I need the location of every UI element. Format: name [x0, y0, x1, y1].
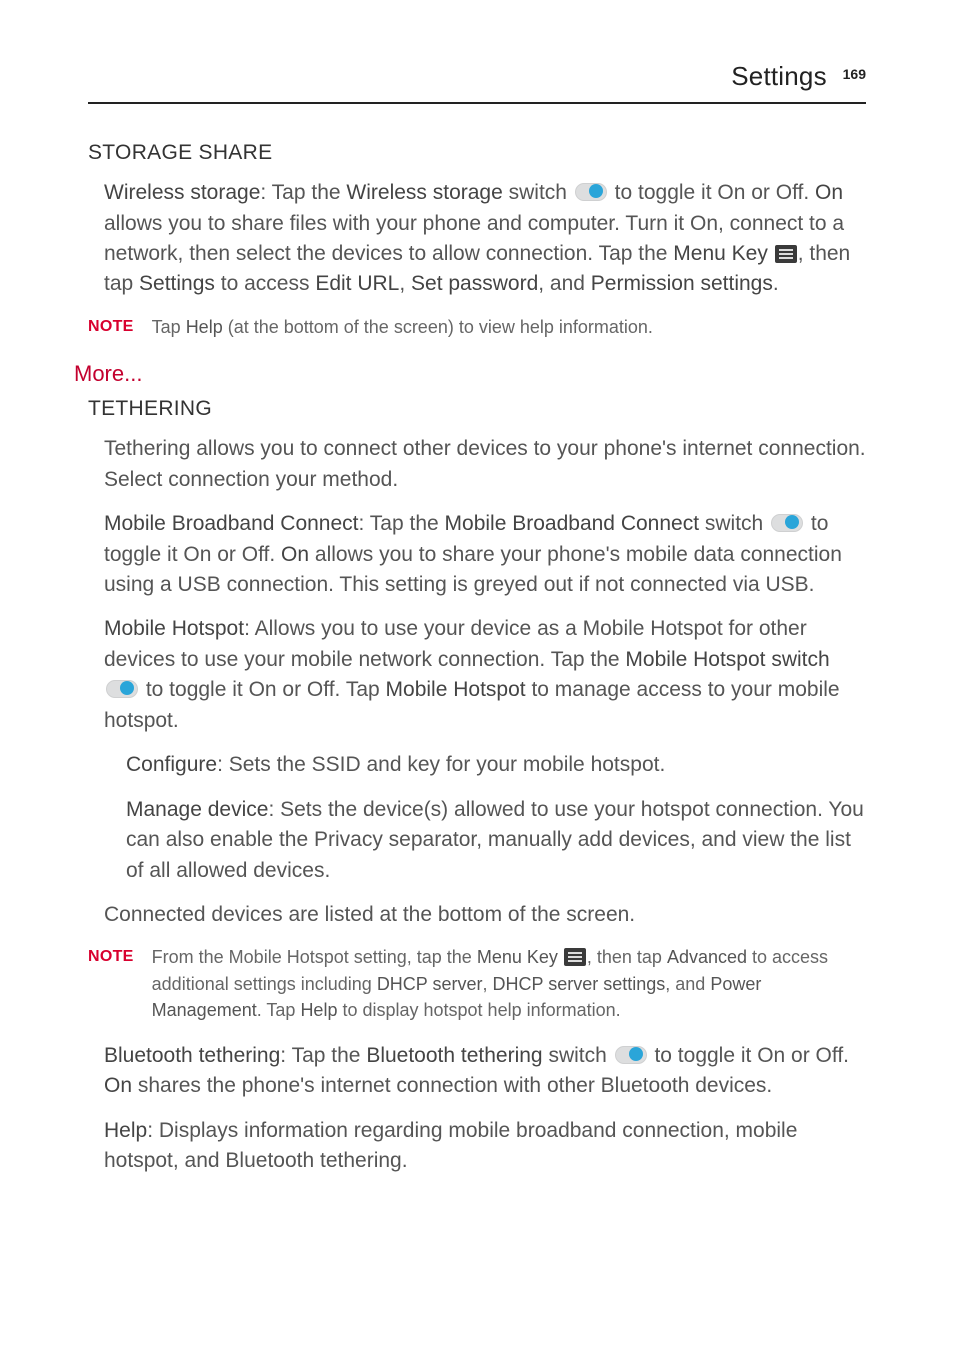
- bluetooth-tethering-term2: Bluetooth tethering: [366, 1044, 542, 1067]
- page-number: 169: [843, 66, 866, 82]
- text: (at the bottom of the screen) to view he…: [223, 317, 653, 337]
- text: Tap: [152, 317, 186, 337]
- advanced-term: Advanced: [667, 947, 747, 967]
- text: shares the phone's internet connection w…: [132, 1074, 772, 1097]
- text: : Tap the: [359, 512, 445, 535]
- tethering-intro: Tethering allows you to connect other de…: [104, 434, 866, 495]
- manage-device-term: Manage device: [126, 798, 268, 821]
- dhcp-server-settings-term: DHCP server settings: [493, 974, 666, 994]
- mobile-hotspot-switch-term: Mobile Hotspot switch: [625, 648, 829, 671]
- text: From the Mobile Hotspot setting, tap the: [152, 947, 477, 967]
- text: to access: [215, 272, 315, 295]
- menu-key-term: Menu Key: [673, 242, 773, 265]
- wireless-storage-term2: Wireless storage: [346, 181, 502, 204]
- text: to toggle it On or Off.: [649, 1044, 849, 1067]
- wireless-storage-paragraph: Wireless storage: Tap the Wireless stora…: [104, 178, 866, 300]
- storage-share-heading: STORAGE SHARE: [88, 138, 866, 168]
- mobile-hotspot-paragraph: Mobile Hotspot: Allows you to use your d…: [104, 614, 866, 736]
- text: , and: [538, 272, 591, 295]
- menu-key-icon: [564, 948, 586, 966]
- note-body: Tap Help (at the bottom of the screen) t…: [152, 314, 653, 340]
- on-term: On: [815, 181, 843, 204]
- help-term: Help: [186, 317, 223, 337]
- text: to display hotspot help information.: [337, 1000, 620, 1020]
- header-title: Settings: [731, 61, 827, 91]
- note-label: NOTE: [88, 944, 134, 1022]
- toggle-switch-icon: [575, 183, 607, 201]
- configure-paragraph: Configure: Sets the SSID and key for you…: [126, 750, 866, 780]
- help-term: Help: [300, 1000, 337, 1020]
- text: : Tap the: [260, 181, 346, 204]
- menu-key-icon: [775, 245, 797, 263]
- permission-settings-term: Permission settings: [591, 272, 773, 295]
- text: . Tap: [257, 1000, 301, 1020]
- document-page: Settings 169 STORAGE SHARE Wireless stor…: [0, 0, 954, 1372]
- configure-term: Configure: [126, 753, 217, 776]
- note-2: NOTE From the Mobile Hotspot setting, ta…: [88, 944, 866, 1022]
- text: switch: [699, 512, 769, 535]
- help-paragraph: Help: Displays information regarding mob…: [104, 1116, 866, 1177]
- dhcp-server-term: DHCP server: [377, 974, 483, 994]
- more-heading: More...: [74, 358, 866, 390]
- mbc-term: Mobile Broadband Connect: [104, 512, 359, 535]
- set-password-term: Set password: [411, 272, 538, 295]
- text: , and: [665, 974, 710, 994]
- wireless-storage-term: Wireless storage: [104, 181, 260, 204]
- text: to toggle it On or Off. Tap: [140, 678, 386, 701]
- tethering-heading: TETHERING: [88, 394, 866, 424]
- bluetooth-tethering-term: Bluetooth tethering: [104, 1044, 280, 1067]
- note-label: NOTE: [88, 314, 134, 340]
- text: , then tap: [587, 947, 667, 967]
- text: : Sets the SSID and key for your mobile …: [217, 753, 665, 776]
- text: ,: [483, 974, 493, 994]
- text: switch: [543, 1044, 613, 1067]
- bluetooth-tethering-paragraph: Bluetooth tethering: Tap the Bluetooth t…: [104, 1041, 866, 1102]
- page-header: Settings 169: [88, 58, 866, 104]
- help-term: Help: [104, 1119, 147, 1142]
- toggle-switch-icon: [615, 1046, 647, 1064]
- edit-url-term: Edit URL: [315, 272, 399, 295]
- text: to toggle it On or Off.: [609, 181, 815, 204]
- settings-term: Settings: [139, 272, 215, 295]
- note-body: From the Mobile Hotspot setting, tap the…: [152, 944, 866, 1022]
- on-term: On: [281, 543, 309, 566]
- note-1: NOTE Tap Help (at the bottom of the scre…: [88, 314, 866, 340]
- mobile-hotspot-term: Mobile Hotspot: [104, 617, 244, 640]
- text: .: [773, 272, 779, 295]
- menu-key-term: Menu Key: [477, 947, 563, 967]
- manage-device-paragraph: Manage device: Sets the device(s) allowe…: [126, 795, 866, 886]
- text: ,: [399, 272, 411, 295]
- connected-devices-paragraph: Connected devices are listed at the bott…: [104, 900, 866, 930]
- mobile-broadband-connect-paragraph: Mobile Broadband Connect: Tap the Mobile…: [104, 509, 866, 600]
- on-term: On: [104, 1074, 132, 1097]
- text: : Displays information regarding mobile …: [104, 1119, 797, 1172]
- toggle-switch-icon: [771, 514, 803, 532]
- mbc-term2: Mobile Broadband Connect: [445, 512, 700, 535]
- toggle-switch-icon: [106, 680, 138, 698]
- text: switch: [503, 181, 573, 204]
- text: : Tap the: [280, 1044, 366, 1067]
- mobile-hotspot-term2: Mobile Hotspot: [386, 678, 526, 701]
